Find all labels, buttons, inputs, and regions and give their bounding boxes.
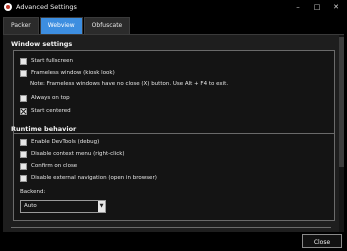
backend-select-value: Auto [24, 203, 37, 209]
window-settings-title: Window settings [11, 40, 73, 48]
devtools-checkbox[interactable] [20, 138, 27, 146]
scrollbar-thumb[interactable] [339, 37, 344, 167]
window-title: Advanced Settings [16, 3, 77, 11]
backend-label: Backend: [20, 189, 46, 195]
tab-bar: Packer Webview Obfuscate [3, 17, 131, 34]
disable-context-menu-checkbox[interactable] [20, 150, 27, 158]
start-centered-option[interactable]: Start centered [20, 107, 71, 115]
tab-obfuscate[interactable]: Obfuscate [83, 17, 131, 34]
devtools-label: Enable DevTools (debug) [31, 139, 100, 145]
disable-external-nav-option[interactable]: Disable external navigation (open in bro… [20, 174, 157, 182]
dialog-footer [0, 232, 347, 251]
start-centered-checkbox[interactable] [20, 107, 27, 115]
disable-external-nav-label: Disable external navigation (open in bro… [31, 175, 157, 181]
always-on-top-label: Always on top [31, 95, 70, 101]
start-fullscreen-label: Start fullscreen [31, 58, 73, 64]
disable-context-menu-option[interactable]: Disable context menu (right-click) [20, 150, 125, 158]
window-controls: – □ ✕ [293, 1, 341, 13]
frameless-option[interactable]: Frameless window (kiosk look) [20, 69, 115, 77]
frameless-label: Frameless window (kiosk look) [31, 70, 115, 76]
confirm-on-close-checkbox[interactable] [20, 162, 27, 170]
start-centered-label: Start centered [31, 108, 71, 114]
chevron-down-icon[interactable]: ▼ [98, 201, 105, 212]
close-icon[interactable]: ✕ [331, 1, 341, 13]
runtime-behavior-group: Enable DevTools (debug) Disable context … [13, 133, 335, 221]
tab-packer[interactable]: Packer [3, 17, 39, 34]
runtime-behavior-title: Runtime behavior [11, 125, 77, 133]
devtools-option[interactable]: Enable DevTools (debug) [20, 138, 99, 146]
settings-scroll-area[interactable]: Window settings Start fullscreen Framele… [3, 35, 339, 232]
always-on-top-checkbox[interactable] [20, 94, 27, 102]
maximize-icon[interactable]: □ [312, 1, 322, 13]
tab-webview[interactable]: Webview [39, 17, 83, 34]
vertical-scrollbar[interactable] [339, 35, 344, 232]
confirm-on-close-label: Confirm on close [31, 163, 78, 169]
app-icon [4, 3, 12, 11]
confirm-on-close-option[interactable]: Confirm on close [20, 162, 77, 170]
frameless-checkbox[interactable] [20, 69, 27, 77]
disable-context-menu-label: Disable context menu (right-click) [31, 151, 125, 157]
always-on-top-option[interactable]: Always on top [20, 94, 70, 102]
start-fullscreen-option[interactable]: Start fullscreen [20, 57, 73, 65]
disable-external-nav-checkbox[interactable] [20, 174, 27, 182]
close-button[interactable]: Close [302, 234, 342, 248]
start-fullscreen-checkbox[interactable] [20, 57, 27, 65]
title-bar: Advanced Settings – □ ✕ [0, 0, 347, 14]
frameless-note: Note: Frameless windows have no close (X… [30, 81, 229, 87]
window-settings-group: Start fullscreen Frameless window (kiosk… [13, 50, 335, 134]
backend-select[interactable]: Auto ▼ [20, 200, 106, 213]
minimize-icon[interactable]: – [293, 1, 303, 13]
